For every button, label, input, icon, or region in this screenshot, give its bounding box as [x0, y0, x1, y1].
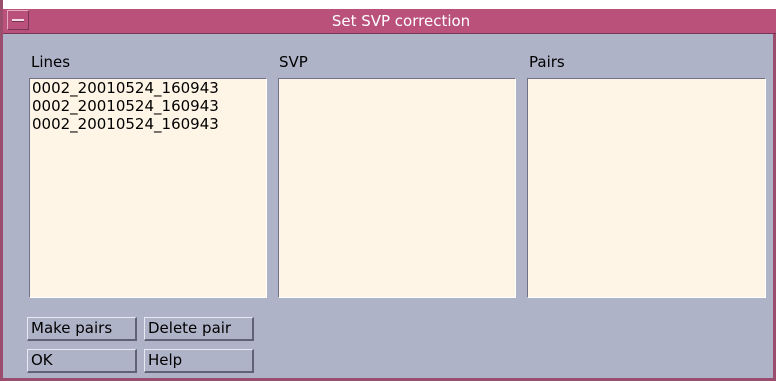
delete-pair-button[interactable]: Delete pair: [144, 317, 254, 341]
list-item[interactable]: 0002_20010524_160943: [30, 115, 266, 133]
svp-label: SVP: [279, 53, 308, 71]
help-button[interactable]: Help: [144, 349, 254, 373]
list-item[interactable]: 0002_20010524_160943: [30, 79, 266, 97]
list-item[interactable]: 0002_20010524_160943: [30, 97, 266, 115]
pairs-list[interactable]: [527, 78, 766, 298]
pairs-label: Pairs: [529, 53, 565, 71]
lines-list[interactable]: 0002_20010524_160943 0002_20010524_16094…: [29, 78, 267, 298]
make-pairs-button[interactable]: Make pairs: [27, 317, 137, 341]
title-bar[interactable]: Set SVP correction: [3, 0, 776, 34]
lines-label: Lines: [31, 53, 71, 71]
window-title: Set SVP correction: [331, 12, 471, 30]
svp-list[interactable]: [278, 78, 516, 298]
ok-button[interactable]: OK: [27, 349, 137, 373]
set-svp-correction-dialog: Set SVP correction Lines SVP Pairs 0002_…: [0, 0, 776, 381]
window-menu-icon[interactable]: [7, 10, 29, 30]
